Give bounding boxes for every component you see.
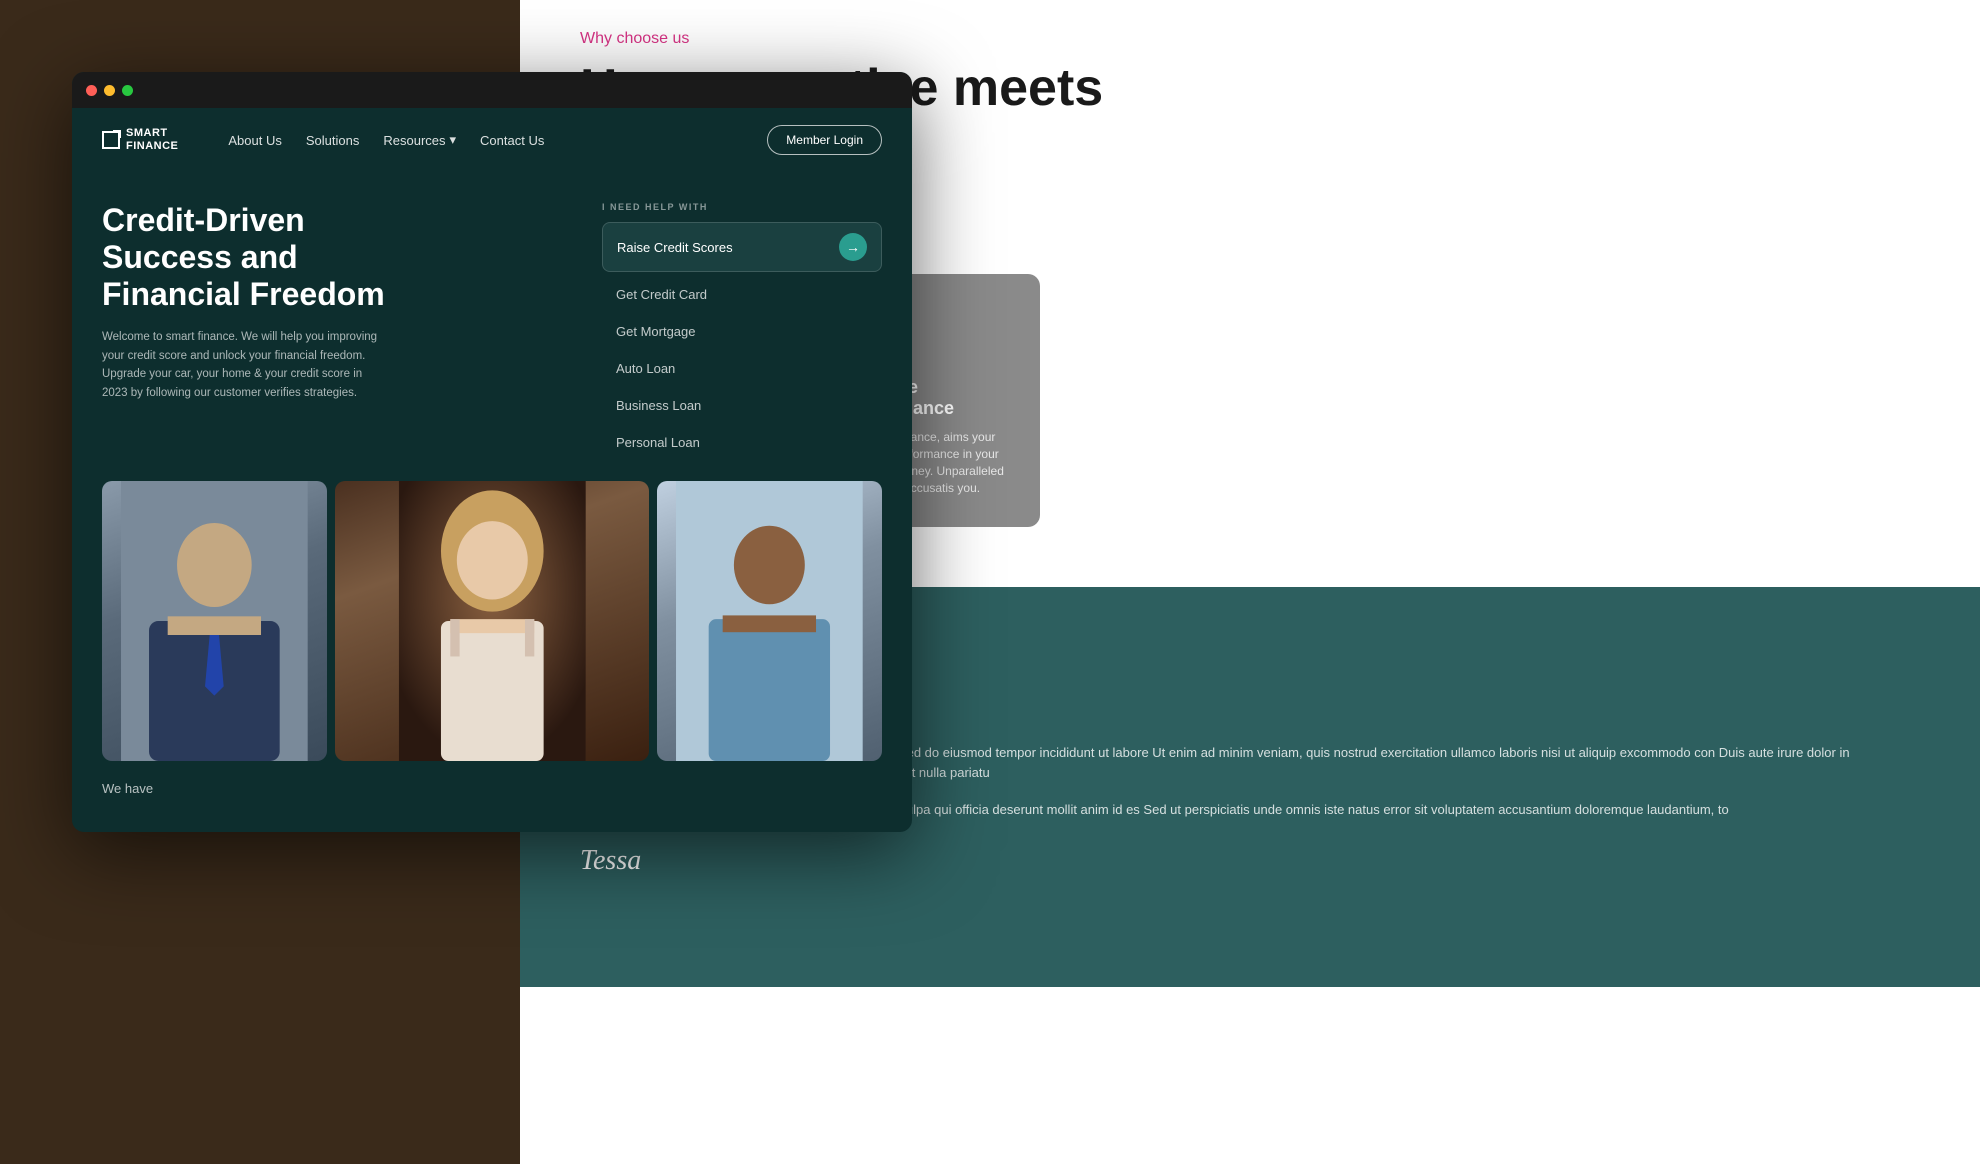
nav-contact-us[interactable]: Contact Us	[480, 132, 544, 148]
browser-maximize-dot[interactable]	[122, 85, 133, 96]
dropdown-option-credit-card[interactable]: Get Credit Card	[602, 276, 882, 313]
dropdown-selected-text: Raise Credit Scores	[617, 240, 733, 255]
why-choose-label: Why choose us	[580, 30, 1920, 48]
logo-text: SMART FINANCE	[126, 127, 178, 153]
nav-about-us[interactable]: About Us	[228, 132, 281, 148]
hero-title: Credit-Driven Success and Financial Free…	[102, 202, 582, 312]
dropdown-option-personal-loan[interactable]: Personal Loan	[602, 424, 882, 461]
hero-left: Credit-Driven Success and Financial Free…	[102, 202, 602, 461]
need-help-panel: I NEED HELP WITH Raise Credit Scores → G…	[602, 202, 882, 461]
photo-row	[72, 481, 912, 781]
chevron-down-icon: ▾	[450, 132, 457, 148]
nav-solutions[interactable]: Solutions	[306, 132, 359, 148]
nav-links: About Us Solutions Resources ▾ Contact U…	[228, 132, 737, 148]
dropdown-selected-item[interactable]: Raise Credit Scores →	[602, 222, 882, 272]
photo-woman	[335, 481, 650, 761]
dropdown-option-auto-loan[interactable]: Auto Loan	[602, 350, 882, 387]
browser-window: SMART FINANCE About Us Solutions Resourc…	[72, 72, 912, 832]
nav-resources[interactable]: Resources ▾	[383, 132, 456, 148]
watermark: OTOG	[1909, 1103, 1970, 1124]
we-have-section: We have	[72, 781, 912, 796]
browser-minimize-dot[interactable]	[104, 85, 115, 96]
hero-description: Welcome to smart finance. We will help y…	[102, 328, 382, 402]
browser-close-dot[interactable]	[86, 85, 97, 96]
logo: SMART FINANCE	[102, 127, 178, 153]
logo-icon	[102, 131, 120, 149]
dropdown-option-business-loan[interactable]: Business Loan	[602, 387, 882, 424]
hero-section: Credit-Driven Success and Financial Free…	[72, 172, 912, 481]
dropdown-options-list: Get Credit Card Get Mortgage Auto Loan B…	[602, 276, 882, 461]
dropdown-arrow-button[interactable]: →	[839, 233, 867, 261]
arrow-right-icon: →	[846, 239, 860, 255]
testimonial-signature: Tessa	[580, 845, 1920, 877]
we-have-text: We have	[102, 781, 153, 796]
dropdown-option-mortgage[interactable]: Get Mortgage	[602, 313, 882, 350]
navigation-bar: SMART FINANCE About Us Solutions Resourc…	[72, 108, 912, 172]
photo-man-2	[657, 481, 882, 761]
browser-chrome	[72, 72, 912, 108]
member-login-button[interactable]: Member Login	[767, 125, 882, 155]
dropdown-label: I NEED HELP WITH	[602, 202, 882, 212]
photo-man-1	[102, 481, 327, 761]
